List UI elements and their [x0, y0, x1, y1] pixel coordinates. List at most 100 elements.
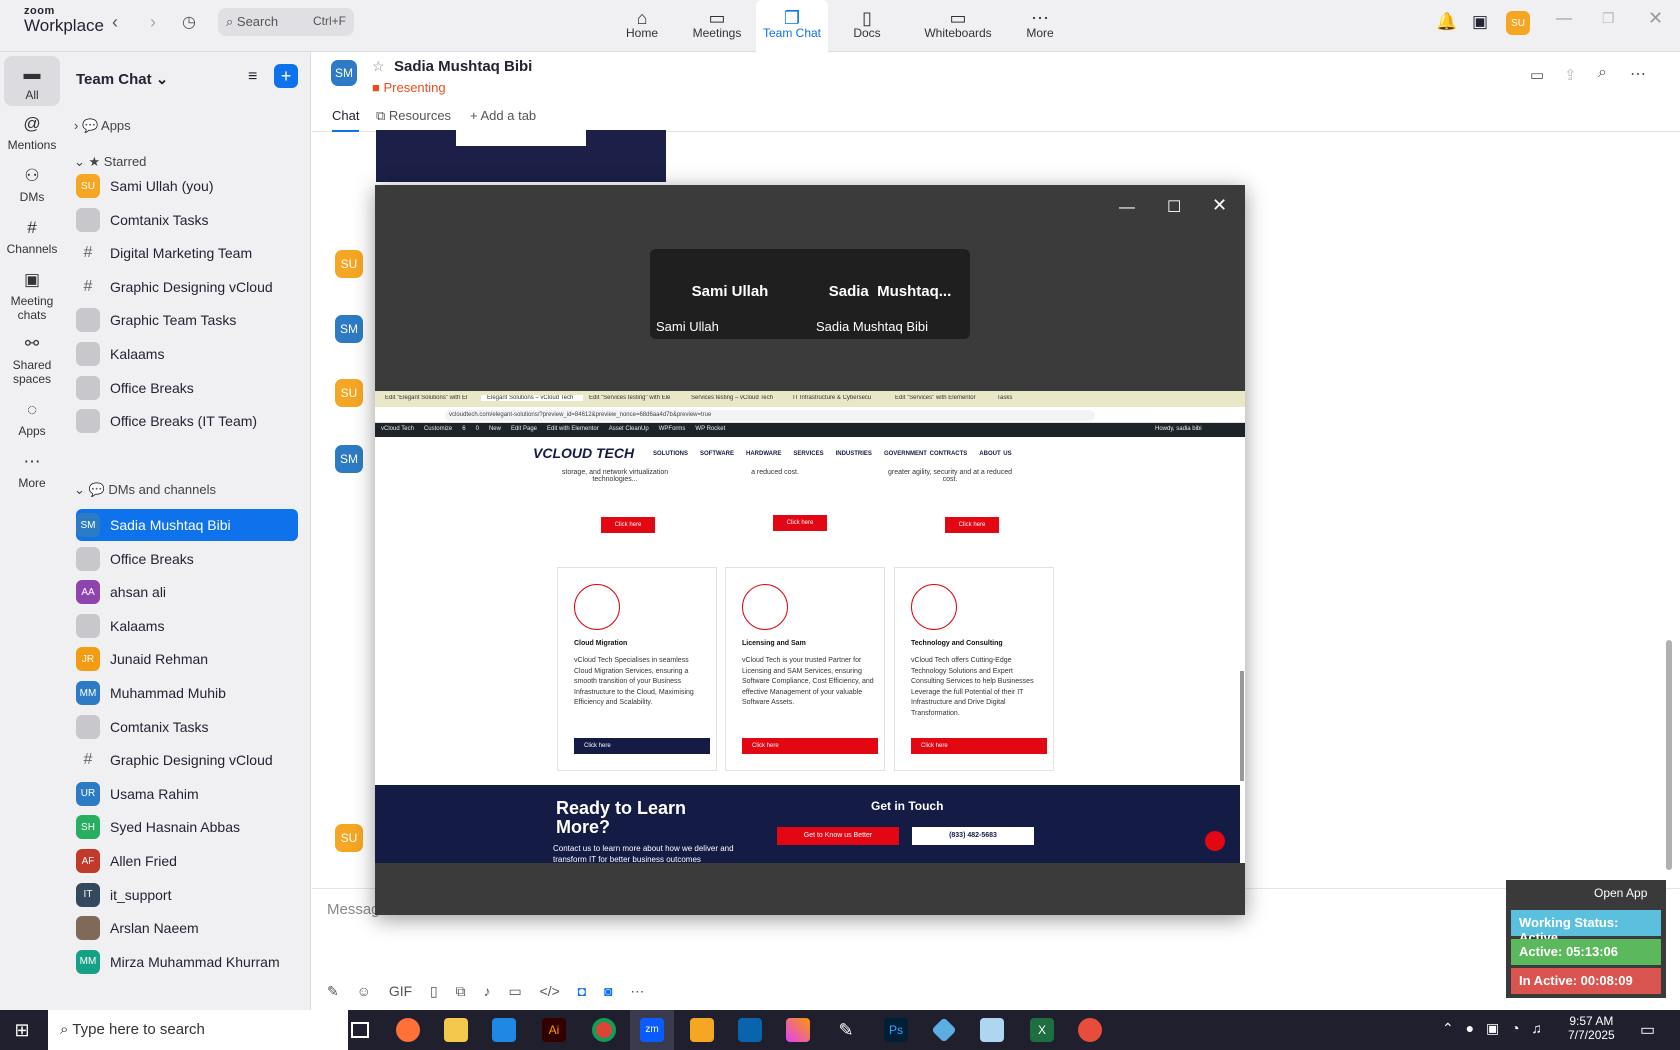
site-nav-item[interactable]: SOFTWARE: [700, 451, 734, 457]
sidebar-item[interactable]: AA ahsan ali: [76, 576, 298, 608]
sidebar-item[interactable]: SH Syed Hasnain Abbas: [76, 811, 298, 843]
file-explorer-icon[interactable]: [434, 1010, 478, 1050]
minimize-icon[interactable]: —: [1556, 10, 1572, 28]
minimize-icon[interactable]: —: [1119, 199, 1135, 217]
rail-apps[interactable]: ◌ Apps: [4, 400, 60, 438]
sidebar-item[interactable]: MM Mirza Muhammad Khurram: [76, 946, 298, 978]
shared-image-thumbnail[interactable]: [376, 130, 666, 182]
bell-icon[interactable]: 🔔: [1436, 12, 1457, 32]
rail-mentions[interactable]: @ Mentions: [4, 114, 60, 152]
sidebar-item[interactable]: MM Muhammad Muhib: [76, 677, 298, 709]
sidebar-item[interactable]: Office Breaks: [76, 543, 298, 575]
sidebar-item[interactable]: # Digital Marketing Team: [76, 237, 298, 269]
photoshop-icon[interactable]: Ps: [874, 1010, 918, 1050]
know-us-button[interactable]: Get to Know us Better: [777, 827, 899, 845]
history-icon[interactable]: ◷: [182, 12, 196, 32]
click-here-button[interactable]: Click here: [945, 517, 999, 533]
screenshot-icon[interactable]: ⧉: [456, 983, 466, 999]
site-nav-item[interactable]: HARDWARE: [746, 451, 781, 457]
browser-tab[interactable]: Elegant Solutions – vCloud Tech: [481, 395, 583, 401]
chat-widget-icon[interactable]: [1205, 831, 1225, 851]
wp-bar-item[interactable]: Edit with Elementor: [547, 426, 599, 432]
excel-icon[interactable]: X: [1020, 1010, 1064, 1050]
firefox-icon[interactable]: [386, 1010, 430, 1050]
video-message-icon[interactable]: ▭: [508, 983, 521, 999]
sidebar-item[interactable]: SM Sadia Mushtaq Bibi: [76, 509, 298, 541]
avatar[interactable]: SU: [1506, 11, 1530, 35]
wp-bar-item[interactable]: 0: [476, 426, 479, 432]
participant-tile[interactable]: Sami Ullah Sami Ullah: [650, 249, 810, 339]
close-icon[interactable]: ✕: [1648, 8, 1663, 29]
pen-icon[interactable]: ✎: [824, 1010, 868, 1050]
click-here-button[interactable]: Click here: [574, 738, 710, 754]
nav-team-chat[interactable]: ❐ Team Chat: [756, 0, 828, 52]
nav-whiteboards[interactable]: ▭ Whiteboards: [918, 0, 998, 52]
sidebar-item[interactable]: Office Breaks (IT Team): [76, 405, 298, 437]
task-view-icon[interactable]: [338, 1010, 382, 1050]
code-icon[interactable]: </>: [540, 983, 560, 999]
apps-section[interactable]: › 💬 Apps: [74, 118, 131, 134]
search-input[interactable]: ⌕ Search Ctrl+F: [218, 8, 354, 36]
sidebar-item[interactable]: Kalaams: [76, 338, 298, 370]
outlook-icon[interactable]: [728, 1010, 772, 1050]
browser-tab[interactable]: IT Infrastructure & Cybersecu: [787, 395, 889, 401]
sidebar-item[interactable]: JR Junaid Rehman: [76, 643, 298, 675]
app-icon[interactable]: [1068, 1010, 1112, 1050]
audio-icon[interactable]: ♪: [484, 983, 491, 999]
wp-bar-item[interactable]: 6: [462, 426, 465, 432]
site-nav-item[interactable]: ABOUT US: [979, 451, 1011, 457]
app-icon[interactable]: [970, 1010, 1014, 1050]
zoom-taskbar-icon[interactable]: zm: [630, 1010, 674, 1050]
nav-more[interactable]: ⋯ More: [1004, 0, 1076, 52]
click-here-button[interactable]: Click here: [911, 738, 1047, 754]
rail-dms[interactable]: ⚇ DMs: [4, 166, 60, 204]
site-logo[interactable]: VCLOUD TECH: [533, 445, 634, 461]
chat-scrollbar[interactable]: [1666, 640, 1672, 870]
sidebar-item[interactable]: SU Sami Ullah (you): [76, 170, 298, 202]
sidebar-item[interactable]: Arslan Naeem: [76, 912, 298, 944]
wp-bar-item[interactable]: Asset CleanUp: [609, 426, 649, 432]
page-scrollbar[interactable]: [1240, 671, 1244, 781]
browser-tab[interactable]: Edit "Elegant Solutions" with El: [379, 395, 481, 401]
maximize-icon[interactable]: ❐: [1602, 10, 1615, 27]
sidebar-item[interactable]: Comtanix Tasks: [76, 711, 298, 743]
dms-section[interactable]: ⌄ 💬 DMs and channels: [74, 482, 216, 498]
notifications-icon[interactable]: ▭: [1640, 1020, 1655, 1040]
app-icon[interactable]: [922, 1010, 966, 1050]
illustrator-icon[interactable]: Ai: [532, 1010, 576, 1050]
site-nav-item[interactable]: INDUSTRIES: [836, 451, 872, 457]
close-icon[interactable]: ✕: [1212, 195, 1227, 216]
file-icon[interactable]: ▯: [430, 983, 438, 999]
rail-shared-spaces[interactable]: ⚯ Shared spaces: [4, 334, 60, 386]
search-icon[interactable]: ⌕: [1598, 64, 1607, 82]
add-tab-button[interactable]: + Add a tab: [470, 108, 536, 123]
browser-tab[interactable]: Edit "Services testing" with Ele: [583, 395, 685, 401]
system-tray[interactable]: ⌃ ● ▣ ◔ ♫: [1442, 1020, 1542, 1037]
share-screen-icon[interactable]: ⇪: [1564, 66, 1577, 84]
video-call-icon[interactable]: ▭: [1530, 66, 1544, 84]
nav-meetings[interactable]: ▭ Meetings: [681, 0, 753, 52]
vscode-icon[interactable]: [482, 1010, 526, 1050]
nav-docs[interactable]: ▯ Docs: [831, 0, 903, 52]
browser-tab[interactable]: Services testing – vCloud Tech: [685, 395, 787, 401]
emoji-icon[interactable]: ☺: [357, 983, 371, 999]
participant-tile[interactable]: Sadia Mushtaq... Sadia Mushtaq Bibi: [810, 249, 970, 339]
windows-start-icon[interactable]: ⊞: [0, 1010, 44, 1050]
rail-all[interactable]: ▬ All: [4, 56, 60, 106]
wp-bar-item[interactable]: WPForms: [659, 426, 686, 432]
sidebar-item[interactable]: Comtanix Tasks: [76, 204, 298, 236]
sidebar-item[interactable]: # Graphic Designing vCloud: [76, 271, 298, 303]
browser-tab[interactable]: Edit "Services" with Elementor: [889, 395, 991, 401]
add-button[interactable]: +: [274, 64, 298, 88]
gif-icon[interactable]: GIF: [389, 983, 412, 999]
click-here-button[interactable]: Click here: [601, 517, 655, 533]
sidebar-item[interactable]: IT it_support: [76, 879, 298, 911]
app-icon[interactable]: [680, 1010, 724, 1050]
wp-bar-item[interactable]: New: [489, 426, 501, 432]
format-icon[interactable]: ✎: [327, 983, 339, 999]
maximize-icon[interactable]: ☐: [1167, 197, 1181, 217]
click-here-button[interactable]: Click here: [742, 738, 878, 754]
site-nav-item[interactable]: SOLUTIONS: [653, 451, 688, 457]
nav-home[interactable]: ⌂ Home: [606, 0, 678, 52]
tab-resources[interactable]: ⧉ Resources: [376, 108, 451, 124]
